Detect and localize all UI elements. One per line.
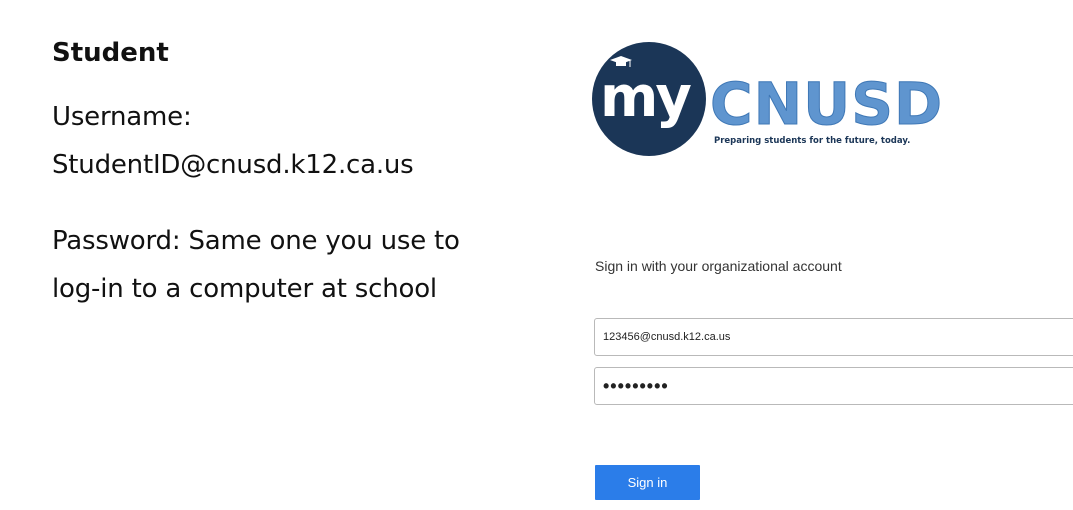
logo-brand-text: CNUSD bbox=[709, 70, 944, 138]
password-instruction-line2: log-in to a computer at school bbox=[52, 274, 437, 304]
signin-heading: Sign in with your organizational account bbox=[595, 258, 842, 274]
mycnusd-logo: my CNUSD Preparing students for the futu… bbox=[592, 40, 962, 162]
password-input[interactable] bbox=[594, 367, 1073, 405]
page: Student Username: StudentID@cnusd.k12.ca… bbox=[0, 0, 1073, 510]
username-input[interactable] bbox=[594, 318, 1073, 356]
instructions-title: Student bbox=[52, 38, 169, 68]
sign-in-button[interactable]: Sign in bbox=[595, 465, 700, 500]
username-format: StudentID@cnusd.k12.ca.us bbox=[52, 150, 414, 180]
username-label: Username: bbox=[52, 102, 192, 132]
password-instruction-line1: Password: Same one you use to bbox=[52, 226, 460, 256]
logo-tagline: Preparing students for the future, today… bbox=[714, 136, 911, 146]
logo-my-text: my bbox=[600, 65, 692, 130]
